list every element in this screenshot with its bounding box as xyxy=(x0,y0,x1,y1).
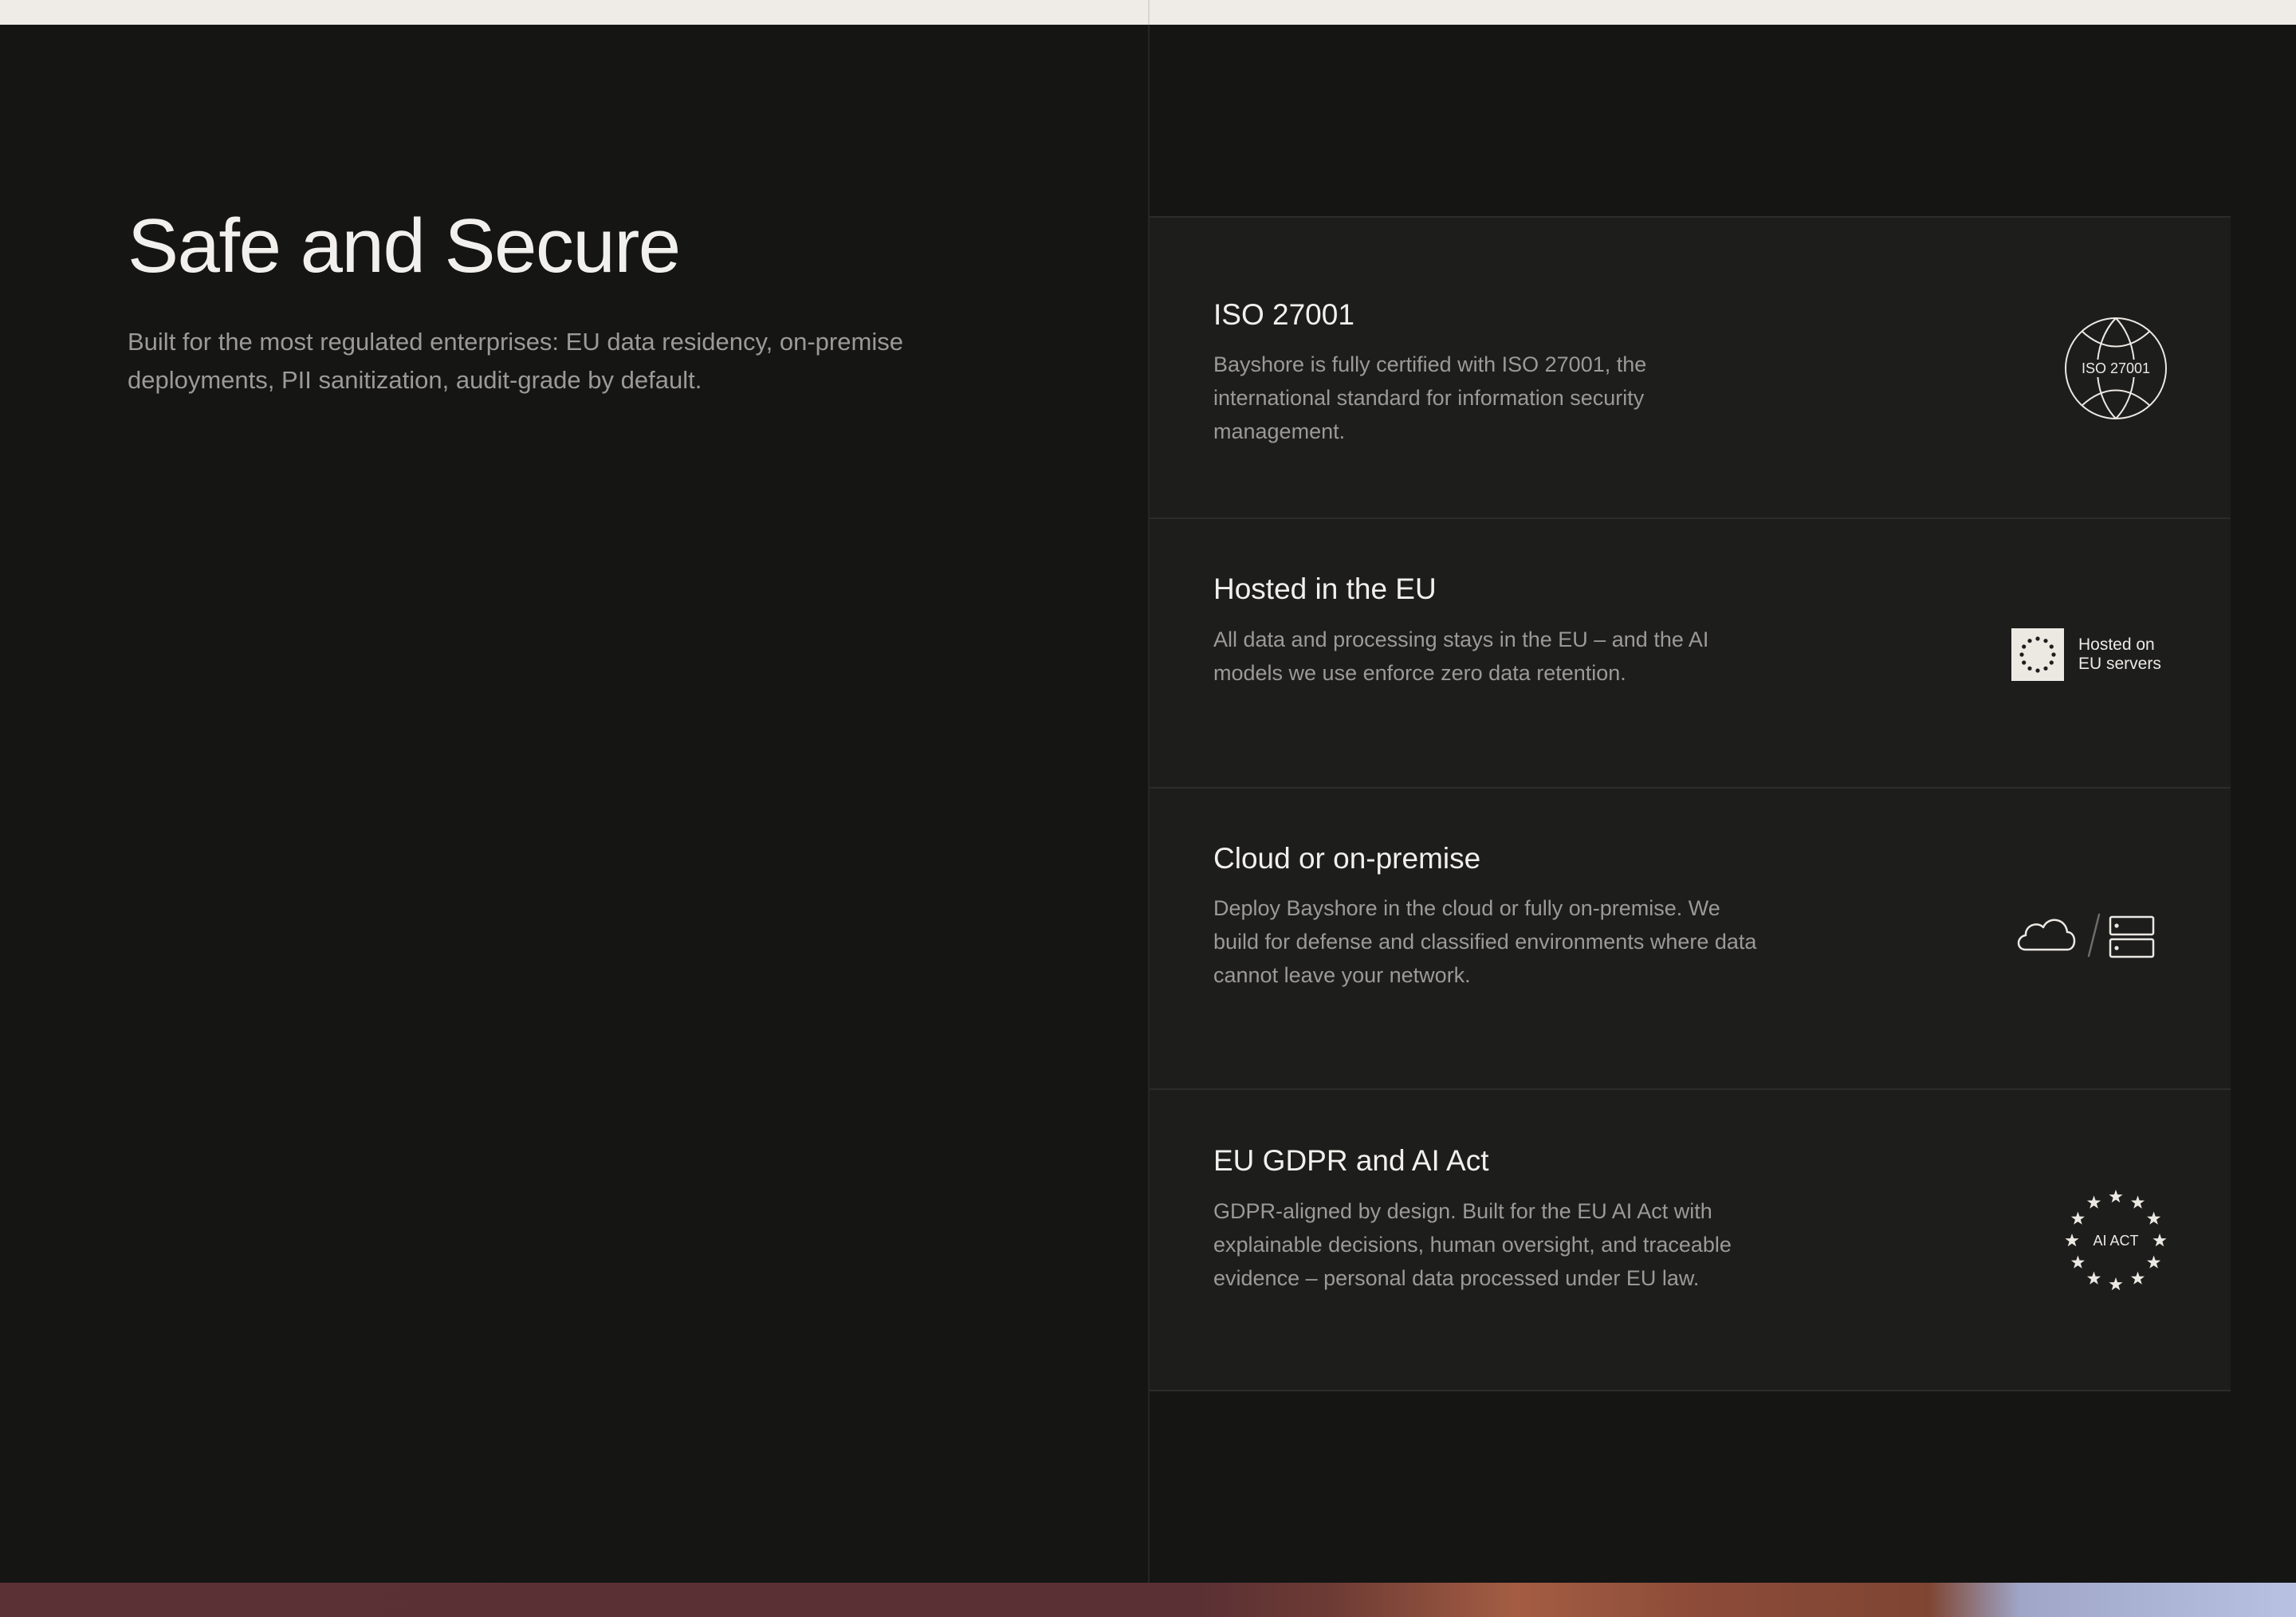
cloud-server-icon xyxy=(2015,908,2166,964)
card-title: Hosted in the EU xyxy=(1213,572,1437,605)
eu-flag-icon xyxy=(2011,628,2064,681)
eu-hosting-label-line1: Hosted on xyxy=(2078,635,2155,654)
feature-card-hosted-eu: Hosted in the EU All data and processing… xyxy=(1150,519,2231,789)
card-title: EU GDPR and AI Act xyxy=(1213,1144,1489,1177)
section-intro: Built for the most regulated enterprises… xyxy=(128,328,903,394)
iso-badge-label: ISO 27001 xyxy=(2081,360,2151,376)
next-section-photo xyxy=(0,1583,2296,1617)
ai-act-stars-icon: AI ACT xyxy=(2064,1189,2168,1292)
card-title: Cloud or on-premise xyxy=(1213,842,1481,875)
ai-act-badge-label: AI ACT xyxy=(2093,1233,2139,1249)
card-title: ISO 27001 xyxy=(1213,298,1354,331)
card-description: All data and processing stays in the EU … xyxy=(1213,628,1709,685)
feature-card-cloud-on-premise: Cloud or on-premise Deploy Bayshore in t… xyxy=(1150,789,2231,1090)
feature-card-iso-27001: ISO 27001 Bayshore is fully certified wi… xyxy=(1150,218,2231,519)
feature-card-gdpr-ai-act: EU GDPR and AI Act GDPR-aligned by desig… xyxy=(1150,1090,2231,1391)
card-description: GDPR-aligned by design. Built for the EU… xyxy=(1213,1199,1732,1290)
feature-card-list: ISO 27001 Bayshore is fully certified wi… xyxy=(1150,216,2231,1391)
safe-and-secure-section: Safe and Secure Built for the most regul… xyxy=(0,25,2296,1583)
eu-hosting-label-line2: EU servers xyxy=(2078,655,2161,673)
top-bar-divider xyxy=(1148,0,1150,25)
iso-globe-icon: ISO 27001 xyxy=(2064,317,2168,420)
top-bar xyxy=(0,0,2296,25)
card-description: Deploy Bayshore in the cloud or fully on… xyxy=(1213,896,1757,987)
section-title: Safe and Secure xyxy=(128,203,681,289)
card-description: Bayshore is fully certified with ISO 270… xyxy=(1213,352,1647,443)
